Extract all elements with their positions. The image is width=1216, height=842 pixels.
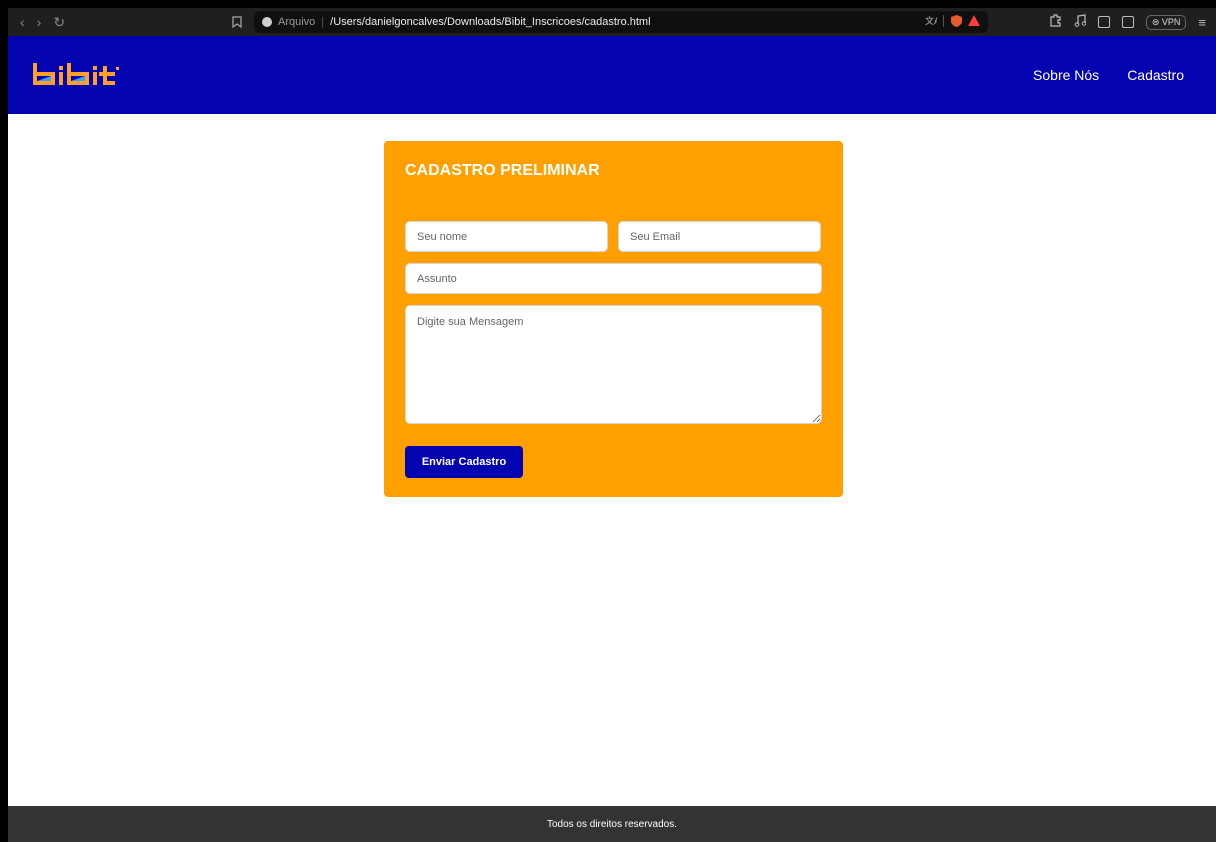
nav-link-sobre-nos[interactable]: Sobre Nós [1033, 67, 1099, 83]
name-input[interactable] [405, 221, 608, 252]
info-icon[interactable] [262, 17, 272, 27]
menu-icon[interactable]: ≡ [1198, 15, 1206, 30]
vpn-label: VPN [1161, 16, 1181, 27]
site-footer: Todos os direitos reservados. [8, 806, 1216, 842]
message-row [405, 305, 822, 424]
url-separator: | [321, 16, 325, 28]
urlbar-divider [943, 14, 945, 30]
url-scheme-label: Arquivo [278, 16, 316, 28]
site-header: Sobre Nós Cadastro [8, 36, 1216, 114]
email-input[interactable] [618, 221, 821, 252]
back-button[interactable]: ‹ [20, 15, 25, 29]
browser-right-icons: ⊜ VPN ≡ [1049, 14, 1216, 30]
svg-text:文A: 文A [925, 15, 937, 26]
brave-rewards-icon[interactable] [968, 15, 980, 29]
bibit-logo-icon [33, 63, 119, 85]
music-icon[interactable] [1074, 14, 1087, 30]
nav-link-cadastro[interactable]: Cadastro [1127, 67, 1184, 83]
page-content: Sobre Nós Cadastro CADASTRO PRELIMINAR E… [8, 36, 1216, 842]
registration-form: CADASTRO PRELIMINAR Enviar Cadastro [384, 141, 843, 497]
message-textarea[interactable] [405, 305, 822, 424]
subject-input[interactable] [405, 263, 822, 294]
name-email-row [405, 221, 822, 252]
forward-button[interactable]: › [37, 15, 42, 29]
submit-button[interactable]: Enviar Cadastro [405, 446, 523, 478]
browser-toolbar: ‹ › ↻ Arquivo | /Users/danielgoncalves/D… [8, 8, 1216, 36]
reload-button[interactable]: ↻ [53, 15, 65, 29]
subject-row [405, 263, 822, 294]
sidebar-icon[interactable] [1097, 16, 1110, 28]
wallet-icon[interactable] [1121, 16, 1134, 28]
browser-nav: ‹ › ↻ [8, 15, 230, 29]
translate-icon[interactable]: 文A [925, 15, 941, 29]
vpn-button[interactable]: ⊜ VPN [1145, 14, 1187, 30]
form-title: CADASTRO PRELIMINAR [405, 162, 600, 179]
extensions-icon[interactable] [1049, 14, 1062, 30]
bookmark-icon[interactable] [230, 16, 244, 28]
brave-shield-icon[interactable] [951, 14, 962, 30]
footer-text: Todos os direitos reservados. [546, 818, 678, 830]
address-bar[interactable]: Arquivo | /Users/danielgoncalves/Downloa… [254, 11, 988, 33]
site-logo[interactable] [32, 61, 122, 89]
url-path[interactable]: /Users/danielgoncalves/Downloads/Bibit_I… [330, 16, 919, 28]
main-nav: Sobre Nós Cadastro [1033, 67, 1184, 83]
